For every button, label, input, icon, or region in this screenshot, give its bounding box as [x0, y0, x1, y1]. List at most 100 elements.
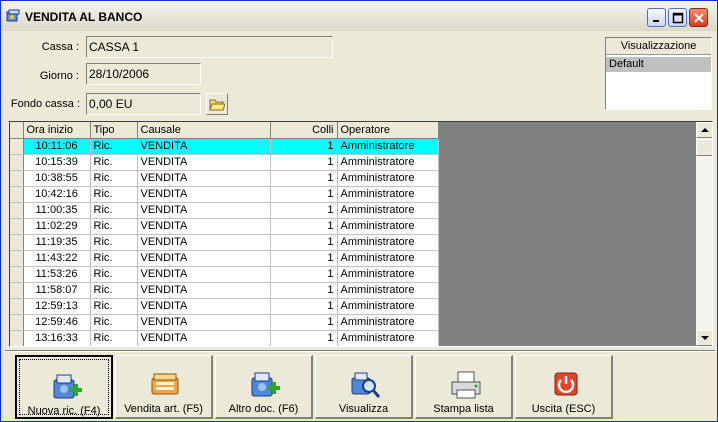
table-row[interactable]: 13:16:33 Ric. VENDITA 1 Amministratore	[10, 330, 439, 346]
cell-ora-inizio[interactable]: 12:59:46	[23, 314, 91, 331]
cell-causale[interactable]: VENDITA	[137, 170, 271, 187]
cell-ora-inizio[interactable]: 11:58:07	[23, 282, 91, 299]
cell-tipo[interactable]: Ric.	[90, 202, 138, 219]
cell-causale[interactable]: VENDITA	[137, 330, 271, 346]
row-indicator[interactable]	[10, 234, 24, 251]
scroll-down-button[interactable]	[696, 330, 712, 346]
table-row[interactable]: 12:59:13 Ric. VENDITA 1 Amministratore	[10, 298, 439, 315]
row-indicator[interactable]	[10, 218, 24, 235]
cell-colli[interactable]: 1	[270, 330, 338, 346]
cell-causale[interactable]: VENDITA	[137, 298, 271, 315]
cell-causale[interactable]: VENDITA	[137, 250, 271, 267]
cassa-field[interactable]: CASSA 1	[86, 36, 333, 58]
cell-ora-inizio[interactable]: 11:00:35	[23, 202, 91, 219]
cell-operatore[interactable]: Amministratore	[337, 330, 439, 346]
cell-causale[interactable]: VENDITA	[137, 202, 271, 219]
table-row[interactable]: 11:00:35 Ric. VENDITA 1 Amministratore	[10, 202, 439, 219]
cell-operatore[interactable]: Amministratore	[337, 250, 439, 267]
table-row[interactable]: 12:59:46 Ric. VENDITA 1 Amministratore	[10, 314, 439, 331]
fondo-cassa-folder-button[interactable]	[206, 93, 228, 115]
cell-ora-inizio[interactable]: 10:15:39	[23, 154, 91, 171]
vendita-art-button[interactable]: Vendita art. (F5)	[115, 355, 213, 419]
cell-tipo[interactable]: Ric.	[90, 138, 138, 155]
table-row[interactable]: 11:58:07 Ric. VENDITA 1 Amministratore	[10, 282, 439, 299]
close-button[interactable]	[689, 8, 708, 27]
cell-tipo[interactable]: Ric.	[90, 170, 138, 187]
cell-operatore[interactable]: Amministratore	[337, 170, 439, 187]
cell-colli[interactable]: 1	[270, 298, 338, 315]
vertical-scrollbar[interactable]	[696, 122, 712, 346]
column-header-colli[interactable]: Colli	[270, 122, 338, 139]
cell-tipo[interactable]: Ric.	[90, 314, 138, 331]
cell-ora-inizio[interactable]: 11:19:35	[23, 234, 91, 251]
cell-causale[interactable]: VENDITA	[137, 138, 271, 155]
cell-colli[interactable]: 1	[270, 234, 338, 251]
cell-causale[interactable]: VENDITA	[137, 186, 271, 203]
cell-colli[interactable]: 1	[270, 186, 338, 203]
cell-colli[interactable]: 1	[270, 202, 338, 219]
cell-operatore[interactable]: Amministratore	[337, 282, 439, 299]
cell-ora-inizio[interactable]: 10:42:16	[23, 186, 91, 203]
cell-ora-inizio[interactable]: 13:16:33	[23, 330, 91, 346]
row-indicator[interactable]	[10, 314, 24, 331]
column-header-operatore[interactable]: Operatore	[337, 122, 439, 139]
sales-grid[interactable]: Ora inizio Tipo Causale Colli Operatore …	[9, 121, 713, 347]
cell-ora-inizio[interactable]: 10:38:55	[23, 170, 91, 187]
table-row[interactable]: 11:43:22 Ric. VENDITA 1 Amministratore	[10, 250, 439, 267]
table-row[interactable]: 10:11:06 Ric. VENDITA 1 Amministratore	[10, 138, 439, 155]
row-indicator[interactable]	[10, 330, 24, 346]
table-row[interactable]: 10:38:55 Ric. VENDITA 1 Amministratore	[10, 170, 439, 187]
cell-ora-inizio[interactable]: 12:59:13	[23, 298, 91, 315]
cell-operatore[interactable]: Amministratore	[337, 298, 439, 315]
cell-causale[interactable]: VENDITA	[137, 266, 271, 283]
table-row[interactable]: 11:19:35 Ric. VENDITA 1 Amministratore	[10, 234, 439, 251]
cell-causale[interactable]: VENDITA	[137, 282, 271, 299]
cell-operatore[interactable]: Amministratore	[337, 202, 439, 219]
cell-operatore[interactable]: Amministratore	[337, 314, 439, 331]
altro-doc-button[interactable]: Altro doc. (F6)	[215, 355, 313, 419]
cell-colli[interactable]: 1	[270, 282, 338, 299]
cell-causale[interactable]: VENDITA	[137, 314, 271, 331]
cell-tipo[interactable]: Ric.	[90, 234, 138, 251]
row-indicator[interactable]	[10, 138, 24, 155]
visualizzazione-list[interactable]: Visualizzazione Default	[605, 37, 712, 110]
cell-tipo[interactable]: Ric.	[90, 154, 138, 171]
cell-operatore[interactable]: Amministratore	[337, 138, 439, 155]
visualizzazione-item-default[interactable]: Default	[606, 57, 711, 72]
table-row[interactable]: 10:15:39 Ric. VENDITA 1 Amministratore	[10, 154, 439, 171]
cell-tipo[interactable]: Ric.	[90, 330, 138, 346]
cell-tipo[interactable]: Ric.	[90, 298, 138, 315]
row-indicator[interactable]	[10, 266, 24, 283]
stampa-lista-button[interactable]: Stampa lista	[415, 355, 513, 419]
row-indicator[interactable]	[10, 170, 24, 187]
cell-tipo[interactable]: Ric.	[90, 218, 138, 235]
cell-tipo[interactable]: Ric.	[90, 266, 138, 283]
cell-tipo[interactable]: Ric.	[90, 250, 138, 267]
cell-tipo[interactable]: Ric.	[90, 282, 138, 299]
scroll-thumb[interactable]	[696, 139, 712, 156]
cell-operatore[interactable]: Amministratore	[337, 266, 439, 283]
table-row[interactable]: 10:42:16 Ric. VENDITA 1 Amministratore	[10, 186, 439, 203]
cell-causale[interactable]: VENDITA	[137, 234, 271, 251]
row-indicator[interactable]	[10, 298, 24, 315]
cell-operatore[interactable]: Amministratore	[337, 234, 439, 251]
row-indicator[interactable]	[10, 154, 24, 171]
cell-colli[interactable]: 1	[270, 170, 338, 187]
cell-causale[interactable]: VENDITA	[137, 218, 271, 235]
table-row[interactable]: 11:53:26 Ric. VENDITA 1 Amministratore	[10, 266, 439, 283]
row-indicator[interactable]	[10, 186, 24, 203]
row-indicator[interactable]	[10, 282, 24, 299]
maximize-button[interactable]	[668, 8, 687, 27]
minimize-button[interactable]	[647, 8, 666, 27]
title-bar[interactable]: VENDITA AL BANCO	[1, 1, 717, 31]
table-row[interactable]: 11:02:29 Ric. VENDITA 1 Amministratore	[10, 218, 439, 235]
cell-colli[interactable]: 1	[270, 250, 338, 267]
cell-ora-inizio[interactable]: 11:02:29	[23, 218, 91, 235]
cell-colli[interactable]: 1	[270, 218, 338, 235]
cell-operatore[interactable]: Amministratore	[337, 154, 439, 171]
cell-colli[interactable]: 1	[270, 138, 338, 155]
nuova-ric-button[interactable]: Nuova ric. (F4)	[15, 355, 113, 419]
giorno-field[interactable]: 28/10/2006	[86, 63, 201, 85]
visualizza-button[interactable]: Visualizza	[315, 355, 413, 419]
cell-colli[interactable]: 1	[270, 314, 338, 331]
